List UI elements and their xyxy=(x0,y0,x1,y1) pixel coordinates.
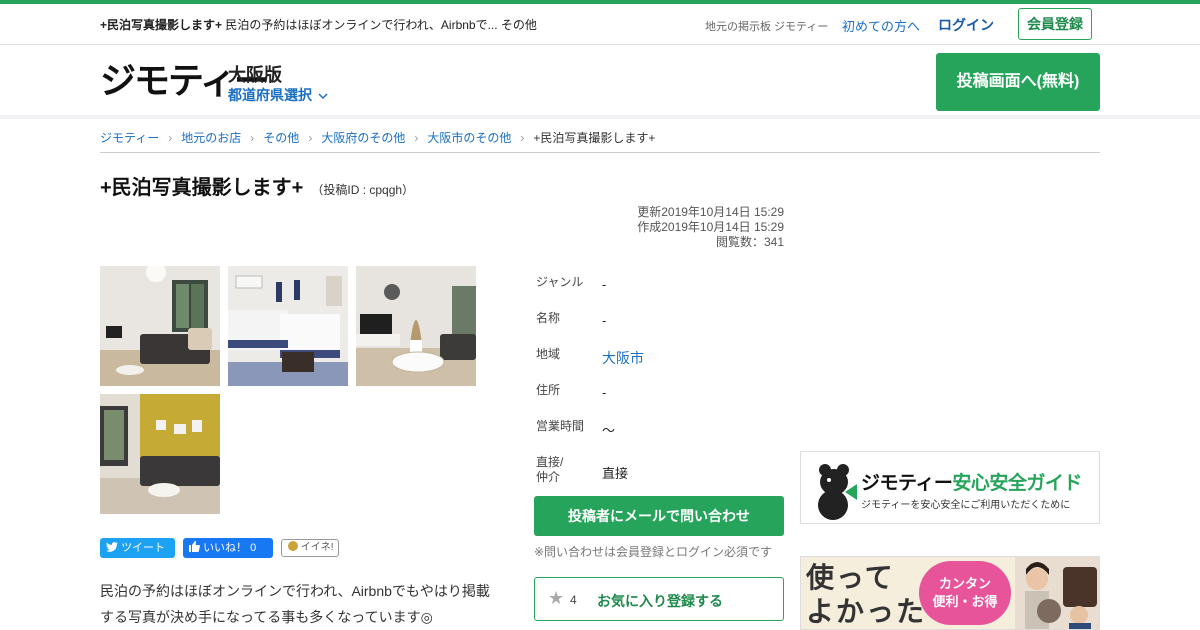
photo-thumbnail[interactable] xyxy=(228,266,348,386)
region-label: 大阪版 xyxy=(228,65,282,85)
post-description: 民泊の予約はほぼオンラインで行われ、Airbnbでもやはり掲載する写真が決め手に… xyxy=(100,583,490,625)
breadcrumb-item-osaka-other[interactable]: 大阪府のその他 xyxy=(321,131,405,145)
favorite-label: お気に入り登録する xyxy=(597,593,723,609)
breadcrumb-separator-icon: › xyxy=(168,131,173,145)
post-title: +民泊写真撮影します+ （投稿ID : cpqgh） xyxy=(100,171,414,200)
info-value: - xyxy=(602,277,607,292)
chevron-down-icon xyxy=(318,93,328,100)
ad-bubble-line: カンタン xyxy=(938,576,991,591)
ad-headline-line: 使って xyxy=(806,562,895,593)
site-tagline: 地元の掲示板 ジモティー xyxy=(705,21,829,33)
contact-note: ※問い合わせは会員登録とログイン必須です xyxy=(534,545,773,559)
breadcrumb-separator-icon: › xyxy=(250,131,255,145)
ad-bubble: カンタン 便利・お得 xyxy=(919,561,1011,625)
breadcrumb-separator-icon: › xyxy=(520,131,525,145)
area-link[interactable]: 大阪市 xyxy=(602,348,644,368)
login-link[interactable]: ログイン xyxy=(938,15,994,35)
signup-button[interactable]: 会員登録 xyxy=(1018,8,1092,40)
post-title-text: +民泊写真撮影します+ xyxy=(100,177,304,199)
post-dates: 更新2019年10月14日 15:29 作成2019年10月14日 15:29 … xyxy=(560,205,784,250)
first-time-link[interactable]: 初めての方へ xyxy=(842,16,920,35)
info-key: 住所 xyxy=(536,383,561,397)
breadcrumb-item-other[interactable]: その他 xyxy=(263,131,299,145)
lead-summary: 民泊の予約はほぼオンラインで行われ、Airbnbで... その他 xyxy=(225,18,537,32)
post-button[interactable]: 投稿画面へ(無料) xyxy=(936,53,1100,111)
advertisement-banner[interactable]: 使って よかった カンタン 便利・お得 xyxy=(800,556,1100,630)
tweet-label: ツイート xyxy=(121,542,166,554)
view-count: 閲覧数：341 xyxy=(715,235,784,249)
breadcrumb-separator-icon: › xyxy=(308,131,313,145)
updated-date: 更新2019年10月14日 15:29 xyxy=(637,205,784,219)
room-photo-icon xyxy=(356,266,476,386)
tweet-button[interactable]: ツイート xyxy=(100,538,175,558)
info-value: - xyxy=(602,313,607,328)
like-label: いいね！ 0 xyxy=(203,542,257,554)
contact-by-email-button[interactable]: 投稿者にメールで問い合わせ xyxy=(534,496,784,536)
iine-label: イイネ! xyxy=(300,542,334,553)
mixi-icon xyxy=(288,541,298,551)
bear-mascot-icon xyxy=(818,464,857,520)
breadcrumb-item-shops[interactable]: 地元のお店 xyxy=(181,131,241,145)
favorite-count: 4 xyxy=(570,593,577,607)
breadcrumb-item-home[interactable]: ジモティー xyxy=(100,131,159,145)
thumbs-up-icon xyxy=(189,541,200,552)
breadcrumb: ジモティー › 地元のお店 › その他 › 大阪府のその他 › 大阪市のその他 › +民泊写真撮影し… xyxy=(100,129,1100,153)
created-date: 作成2019年10月14日 15:29 xyxy=(637,220,784,234)
top-bar: +民泊写真撮影します+ 民泊の予約はほぼオンラインで行われ、Airbnbで...… xyxy=(0,4,1200,45)
info-value: 直接 xyxy=(602,466,629,481)
top-lead-text: +民泊写真撮影します+ 民泊の予約はほぼオンラインで行われ、Airbnbで...… xyxy=(100,16,537,33)
room-photo-icon xyxy=(228,266,348,386)
site-header: ジモティー 大阪版 都道府県選択 投稿画面へ(無料) xyxy=(0,45,1200,119)
lead-title: +民泊写真撮影します+ xyxy=(100,18,223,32)
guide-title: ジモティー安心安全ガイド xyxy=(861,468,1082,495)
photo-thumbnail[interactable] xyxy=(356,266,476,386)
guide-subtitle: ジモティーを安心安全にご利用いただくために xyxy=(861,500,1071,511)
people-photo-icon xyxy=(1015,557,1099,629)
prefecture-select[interactable]: 都道府県選択 xyxy=(228,85,328,105)
info-value: - xyxy=(602,385,607,400)
ad-bubble-line: 便利・お得 xyxy=(932,594,998,609)
guide-brand: ジモティー xyxy=(861,473,953,494)
ad-headline-line: よかった xyxy=(806,596,927,627)
breadcrumb-current: +民泊写真撮影します+ xyxy=(533,131,656,145)
info-key: 名称 xyxy=(536,311,561,325)
twitter-bird-icon xyxy=(106,542,118,552)
mixi-iine-button[interactable]: イイネ! xyxy=(281,539,339,557)
star-icon: ★ xyxy=(548,588,565,608)
safety-guide-banner[interactable]: ジモティー安心安全ガイド ジモティーを安心安全にご利用いただくために xyxy=(800,451,1100,524)
prefecture-select-label: 都道府県選択 xyxy=(228,87,312,103)
ad-headline: 使って よかった xyxy=(806,561,926,629)
post-id: （投稿ID : cpqgh） xyxy=(311,183,415,197)
info-value: 〜 xyxy=(602,423,616,438)
info-key: 直接/ 仲介 xyxy=(536,455,564,484)
info-key: 地域 xyxy=(536,347,561,361)
info-key: 営業時間 xyxy=(536,419,585,433)
guide-title-text: 安心安全ガイド xyxy=(952,473,1082,494)
breadcrumb-item-osaka-city-other[interactable]: 大阪市のその他 xyxy=(427,131,511,145)
room-photo-icon xyxy=(100,394,220,514)
photo-thumbnail[interactable] xyxy=(100,394,220,514)
favorite-button[interactable]: ★ 4 お気に入り登録する xyxy=(534,577,784,621)
photo-thumbnail[interactable] xyxy=(100,266,220,386)
room-photo-icon xyxy=(100,266,220,386)
facebook-like-button[interactable]: いいね！ 0 xyxy=(183,538,273,558)
breadcrumb-separator-icon: › xyxy=(414,131,419,145)
info-key: ジャンル xyxy=(536,275,584,289)
